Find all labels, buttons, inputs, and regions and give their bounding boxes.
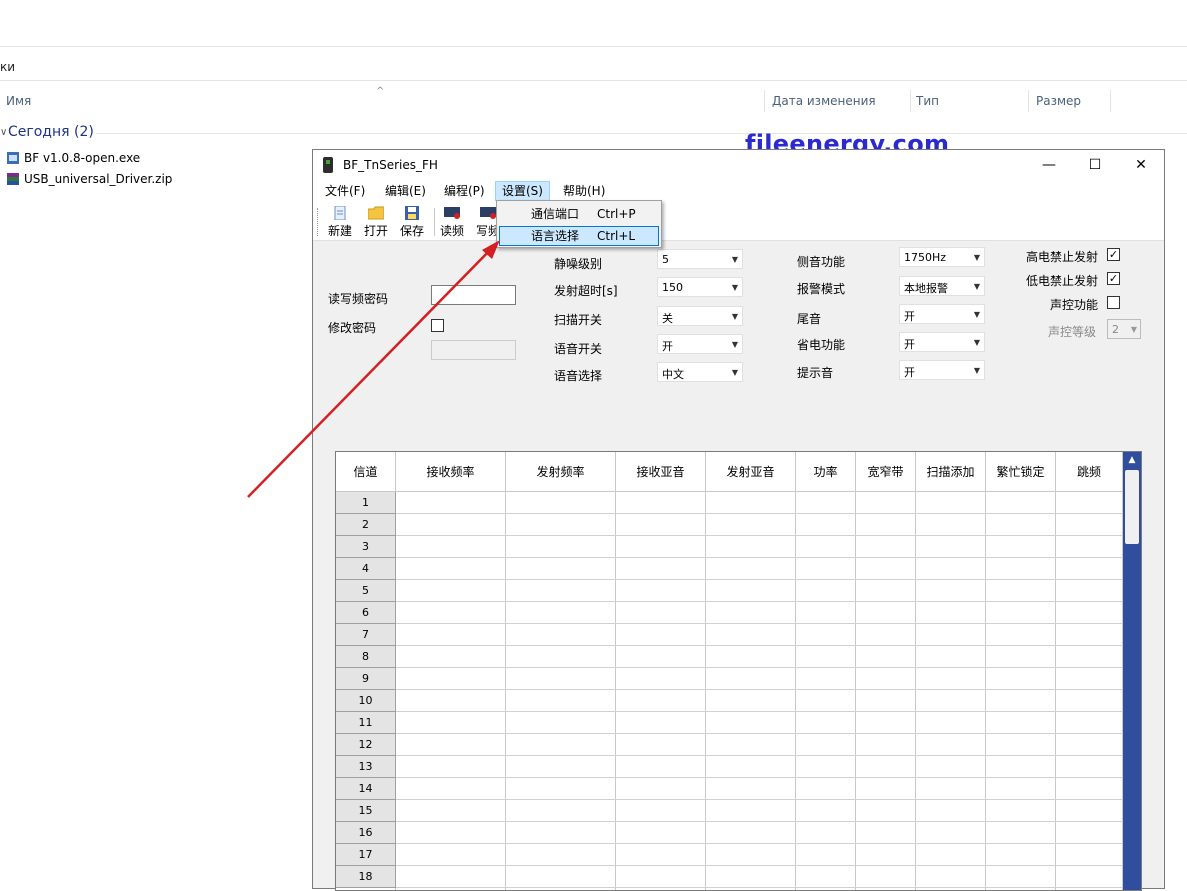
annotation-arrow: [247, 240, 500, 498]
table-row: [396, 887, 1123, 888]
